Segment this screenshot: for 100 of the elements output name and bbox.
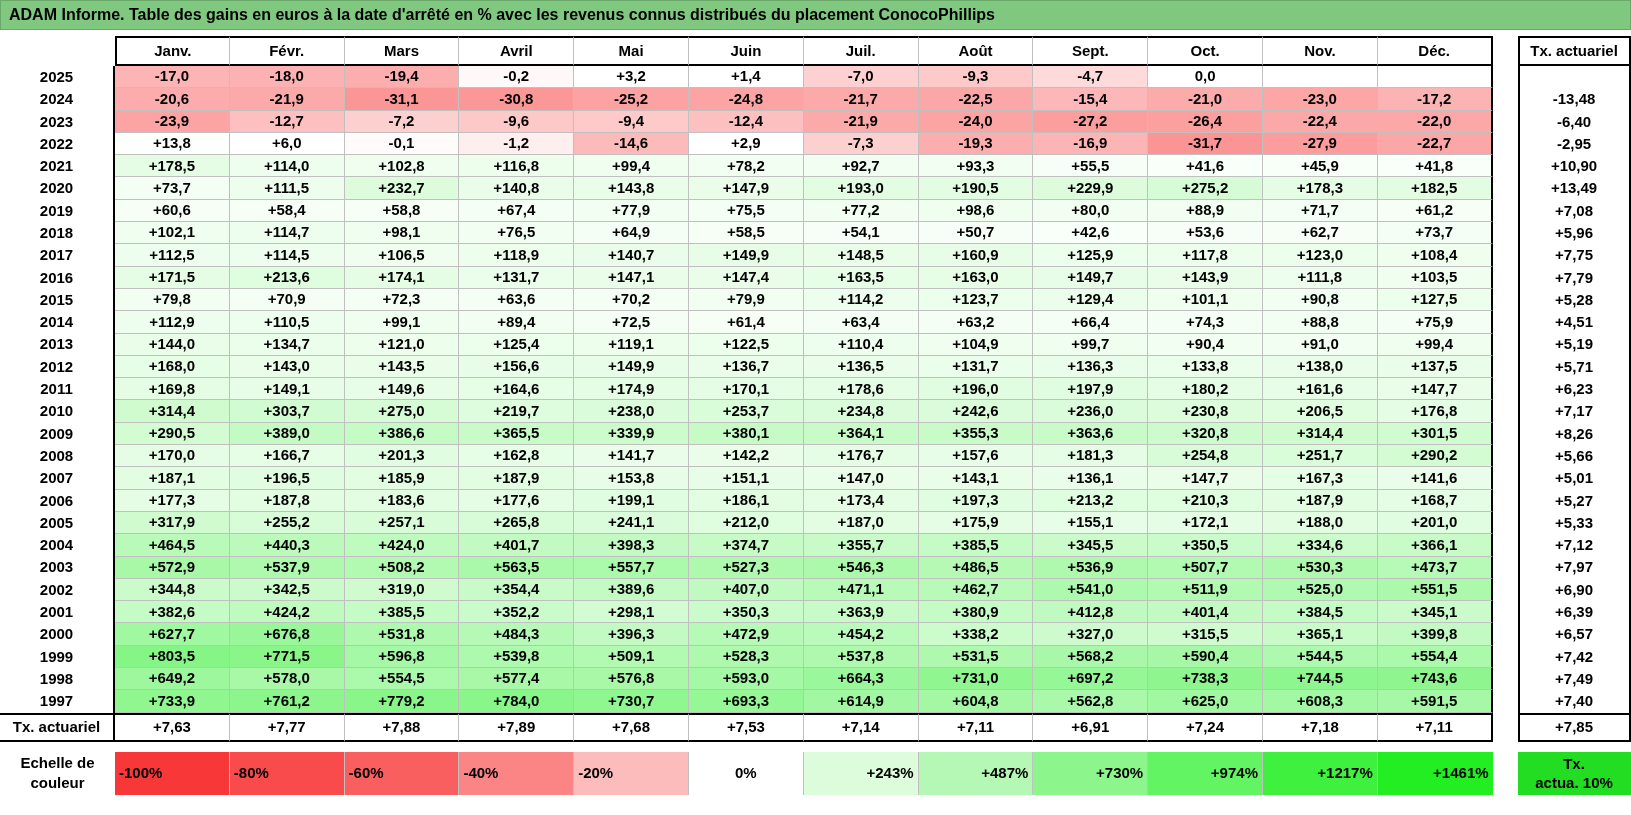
table-cell: +119,1 <box>574 333 689 356</box>
table-cell: -27,2 <box>1033 110 1149 133</box>
table-cell: +563,5 <box>459 556 575 579</box>
table-cell: +170,0 <box>115 445 230 468</box>
table-cell: +170,1 <box>689 378 804 401</box>
table-cell: +63,4 <box>803 311 919 334</box>
table-cell: +7,24 <box>1148 712 1263 742</box>
table-cell: +7,68 <box>574 712 689 742</box>
table-cell: +590,4 <box>1148 645 1263 668</box>
table-cell: +64,9 <box>574 222 689 245</box>
table-cell: +140,8 <box>459 177 575 200</box>
color-scale-swatch: +487% <box>918 751 1034 795</box>
table-cell: +41,6 <box>1148 155 1263 178</box>
table-cell: +76,5 <box>459 222 575 245</box>
table-cell: -25,2 <box>574 88 689 111</box>
color-scale-swatch: -100% <box>115 751 230 795</box>
table-cell: +102,1 <box>115 222 230 245</box>
table-cell: +7,88 <box>344 712 460 742</box>
table-cell: +157,6 <box>918 445 1034 468</box>
table-cell: +161,6 <box>1262 378 1378 401</box>
table-cell: +73,7 <box>1377 222 1493 245</box>
table-cell: +54,1 <box>803 222 919 245</box>
table-cell: +363,9 <box>803 601 919 624</box>
table-cell: +625,0 <box>1148 690 1263 713</box>
table-cell: +144,0 <box>115 333 230 356</box>
table-cell: +412,8 <box>1033 601 1149 624</box>
table-cell: +424,2 <box>229 601 345 624</box>
table-cell: +162,8 <box>459 445 575 468</box>
table-cell: -24,8 <box>689 88 804 111</box>
table-cell: +156,6 <box>459 355 575 379</box>
table-cell: +253,7 <box>689 400 804 423</box>
column-header: Nov. <box>1262 36 1378 66</box>
table-cell: +42,6 <box>1033 222 1149 245</box>
table-cell: +784,0 <box>459 690 575 713</box>
table-cell: +61,4 <box>689 311 804 334</box>
table-cell: +352,2 <box>459 601 575 624</box>
table-cell: +345,1 <box>1377 601 1493 624</box>
table-cell: +398,3 <box>574 534 689 557</box>
table-cell: -21,0 <box>1148 88 1263 111</box>
table-cell: +199,1 <box>574 489 689 512</box>
table-cell: +55,5 <box>1033 155 1149 178</box>
table-cell: +125,9 <box>1033 244 1149 267</box>
table-cell: +101,1 <box>1148 288 1263 312</box>
table-cell: -31,1 <box>344 88 460 111</box>
table-cell: +73,7 <box>115 177 230 200</box>
column-header: Tx. actuariel <box>1517 36 1631 66</box>
table-cell: +67,4 <box>459 199 575 223</box>
table-cell: +177,6 <box>459 489 575 512</box>
table-cell: +389,6 <box>574 578 689 602</box>
table-cell: +187,9 <box>459 467 575 490</box>
table-cell: +5,01 <box>1517 467 1631 490</box>
table-cell: +62,7 <box>1262 222 1378 245</box>
table-cell: +7,77 <box>229 712 345 742</box>
table-cell: -7,0 <box>803 66 919 89</box>
table-cell: +484,3 <box>459 623 575 646</box>
table-cell: +178,3 <box>1262 177 1378 200</box>
table-cell: -26,4 <box>1148 110 1263 133</box>
table-cell: +140,7 <box>574 244 689 267</box>
table-cell: +241,1 <box>574 511 689 535</box>
table-cell: +604,8 <box>918 690 1034 713</box>
table-cell: -23,9 <box>115 110 230 133</box>
table-cell: +70,2 <box>574 288 689 312</box>
table-cell: +7,11 <box>1377 712 1493 742</box>
table-cell: +7,85 <box>1517 712 1631 742</box>
table-cell: +5,66 <box>1517 445 1631 468</box>
table-cell: +196,0 <box>918 378 1034 401</box>
table-cell: +178,6 <box>803 378 919 401</box>
table-cell: +141,6 <box>1377 467 1493 490</box>
table-cell: +608,3 <box>1262 690 1378 713</box>
table-cell: +7,14 <box>803 712 919 742</box>
table-cell: +169,8 <box>115 378 230 401</box>
table-cell: +5,19 <box>1517 333 1631 356</box>
table-cell: -9,6 <box>459 110 575 133</box>
table-cell: +275,2 <box>1148 177 1263 200</box>
table-cell: +380,9 <box>918 601 1034 624</box>
table-cell: +454,2 <box>803 623 919 646</box>
table-cell: +536,9 <box>1033 556 1149 579</box>
report-title: ADAM Informe. Table des gains en euros à la date d'arrêté en % avec les revenus connus distribués du placement ConocoPhillips <box>0 0 1631 30</box>
table-cell: +180,2 <box>1148 378 1263 401</box>
table-cell: -21,9 <box>229 88 345 111</box>
table-cell: -15,4 <box>1033 88 1149 111</box>
table-cell: +314,4 <box>115 400 230 423</box>
table-cell: +539,8 <box>459 645 575 668</box>
table-cell: +178,5 <box>115 155 230 178</box>
table-cell: +187,1 <box>115 467 230 490</box>
table-cell: +197,9 <box>1033 378 1149 401</box>
table-cell: +147,7 <box>1148 467 1263 490</box>
table-cell: +193,0 <box>803 177 919 200</box>
table-cell: +511,9 <box>1148 578 1263 602</box>
table-cell: +664,3 <box>803 668 919 691</box>
table-cell: +507,7 <box>1148 556 1263 579</box>
table-cell: +90,4 <box>1148 333 1263 356</box>
table-cell: +576,8 <box>574 668 689 691</box>
table-cell: +334,6 <box>1262 534 1378 557</box>
table-cell: +182,5 <box>1377 177 1493 200</box>
color-scale-swatch: +1461% <box>1377 751 1493 795</box>
table-cell: +531,8 <box>344 623 460 646</box>
table-cell: +472,9 <box>689 623 804 646</box>
table-cell: -17,0 <box>115 66 230 89</box>
table-cell: -0,2 <box>459 66 575 89</box>
